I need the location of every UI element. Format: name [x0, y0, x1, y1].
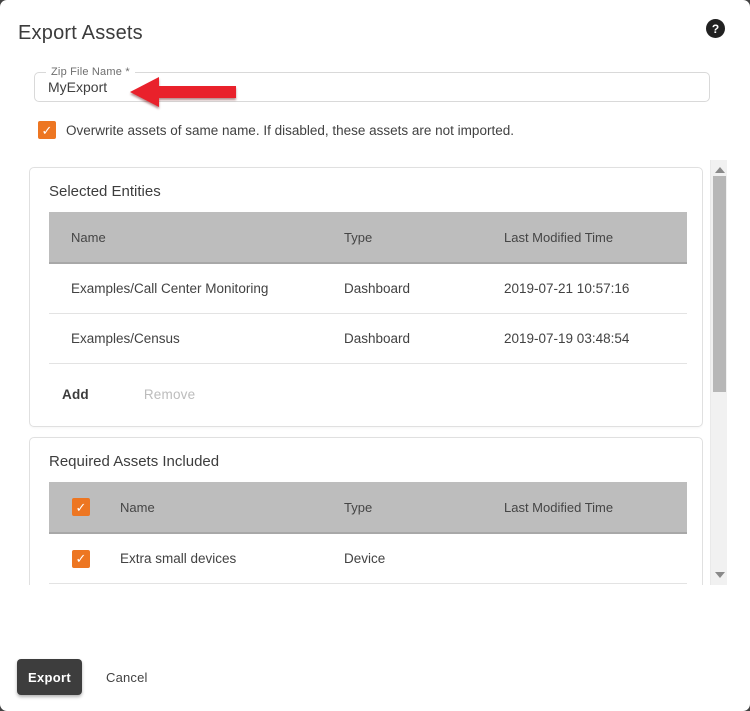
table-row[interactable]: Examples/Call Center Monitoring Dashboar… — [49, 264, 687, 314]
check-icon: ✓ — [42, 124, 53, 137]
entity-last-modified: 2019-07-21 10:57:16 — [504, 281, 687, 296]
column-header-type: Type — [344, 500, 504, 515]
column-header-name: Name — [71, 230, 344, 245]
overwrite-checkbox-row: ✓ Overwrite assets of same name. If disa… — [38, 121, 514, 139]
asset-type: Device — [344, 551, 504, 566]
zip-file-name-input[interactable] — [35, 73, 709, 101]
column-header-last-modified: Last Modified Time — [504, 500, 687, 515]
required-assets-card: Required Assets Included ✓ Name Type Las… — [29, 437, 703, 585]
add-button[interactable]: Add — [62, 387, 89, 402]
cancel-button[interactable]: Cancel — [98, 670, 156, 685]
scroll-up-icon[interactable] — [715, 167, 725, 173]
selected-entities-card: Selected Entities Name Type Last Modifie… — [29, 167, 703, 427]
overwrite-checkbox-label: Overwrite assets of same name. If disabl… — [66, 123, 514, 138]
export-button[interactable]: Export — [17, 659, 82, 695]
export-assets-dialog: Export Assets ? Zip File Name * ✓ Overwr… — [0, 0, 750, 711]
selected-entities-title: Selected Entities — [30, 168, 702, 212]
dialog-title: Export Assets — [18, 22, 143, 45]
entity-type: Dashboard — [344, 281, 504, 296]
remove-button[interactable]: Remove — [144, 387, 195, 402]
overwrite-checkbox[interactable]: ✓ — [38, 121, 56, 139]
question-mark-glyph: ? — [712, 22, 719, 36]
modal-overlay: Export Assets ? Zip File Name * ✓ Overwr… — [0, 0, 750, 711]
check-icon: ✓ — [76, 552, 87, 565]
required-assets-title: Required Assets Included — [30, 438, 702, 482]
selected-entities-actions: Add Remove — [30, 364, 702, 402]
check-icon: ✓ — [76, 501, 87, 514]
entity-type: Dashboard — [344, 331, 504, 346]
table-row[interactable]: ✓ Extra small devices Device — [49, 534, 687, 584]
vertical-scrollbar[interactable] — [710, 160, 727, 585]
help-icon[interactable]: ? — [706, 19, 725, 38]
column-header-type: Type — [344, 230, 504, 245]
column-header-name: Name — [120, 500, 344, 515]
scroll-down-icon[interactable] — [715, 572, 725, 578]
select-all-checkbox[interactable]: ✓ — [72, 498, 90, 516]
table-row[interactable]: Examples/Census Dashboard 2019-07-19 03:… — [49, 314, 687, 364]
scrollbar-thumb[interactable] — [713, 176, 726, 392]
column-header-last-modified: Last Modified Time — [504, 230, 687, 245]
entity-name: Examples/Call Center Monitoring — [71, 281, 344, 296]
zip-file-name-field: Zip File Name * — [34, 72, 710, 102]
entity-last-modified: 2019-07-19 03:48:54 — [504, 331, 687, 346]
zip-file-name-label: Zip File Name * — [46, 66, 135, 78]
selected-entities-table-header: Name Type Last Modified Time — [49, 212, 687, 264]
dialog-footer: Export Cancel — [17, 659, 156, 695]
asset-name: Extra small devices — [120, 551, 344, 566]
required-assets-table-header: ✓ Name Type Last Modified Time — [49, 482, 687, 534]
dialog-scroll-area: Selected Entities Name Type Last Modifie… — [29, 160, 703, 585]
entity-name: Examples/Census — [71, 331, 344, 346]
asset-row-checkbox[interactable]: ✓ — [72, 550, 90, 568]
